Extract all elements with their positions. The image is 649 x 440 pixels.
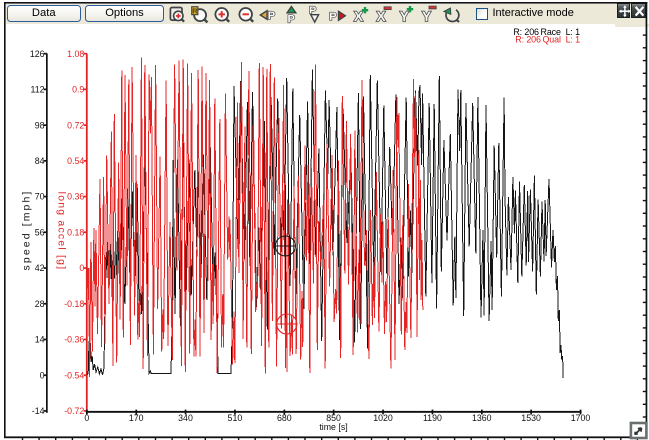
svg-text:speed [mph]: speed [mph] [21,190,33,271]
svg-text:0.54: 0.54 [67,156,84,166]
svg-text:1360: 1360 [472,413,492,423]
svg-text:42: 42 [35,263,45,273]
svg-text:R: 206 Qual L: 1: R: 206 Qual L: 1 [515,35,580,45]
svg-text:-0.72: -0.72 [64,406,84,416]
svg-text:0.9: 0.9 [72,85,84,95]
svg-text:-0.54: -0.54 [64,370,84,380]
svg-text:0.18: 0.18 [67,227,84,237]
svg-text:1700: 1700 [571,413,591,423]
svg-text:-0.36: -0.36 [64,335,84,345]
svg-text:14: 14 [35,335,45,345]
svg-text:-0.18: -0.18 [64,299,84,309]
svg-text:0.36: 0.36 [67,192,84,202]
svg-text:0: 0 [79,263,84,273]
svg-text:510: 510 [228,413,243,423]
svg-text:1530: 1530 [521,413,541,423]
svg-text:long accel [g]: long accel [g] [56,192,68,271]
svg-text:1020: 1020 [373,413,393,423]
svg-text:126: 126 [30,49,45,59]
svg-text:340: 340 [178,413,193,423]
svg-text:28: 28 [35,299,45,309]
svg-text:0.72: 0.72 [67,120,84,130]
svg-text:1190: 1190 [423,413,442,423]
svg-text:0: 0 [84,413,89,423]
svg-text:time [s]: time [s] [319,422,347,432]
svg-text:56: 56 [35,227,45,237]
svg-text:680: 680 [277,413,292,423]
svg-text:170: 170 [129,413,144,423]
svg-text:70: 70 [35,192,45,202]
svg-text:84: 84 [35,156,45,166]
svg-text:112: 112 [30,85,44,95]
svg-text:98: 98 [35,120,45,130]
svg-text:-14: -14 [32,406,45,416]
svg-text:1.08: 1.08 [67,49,84,59]
